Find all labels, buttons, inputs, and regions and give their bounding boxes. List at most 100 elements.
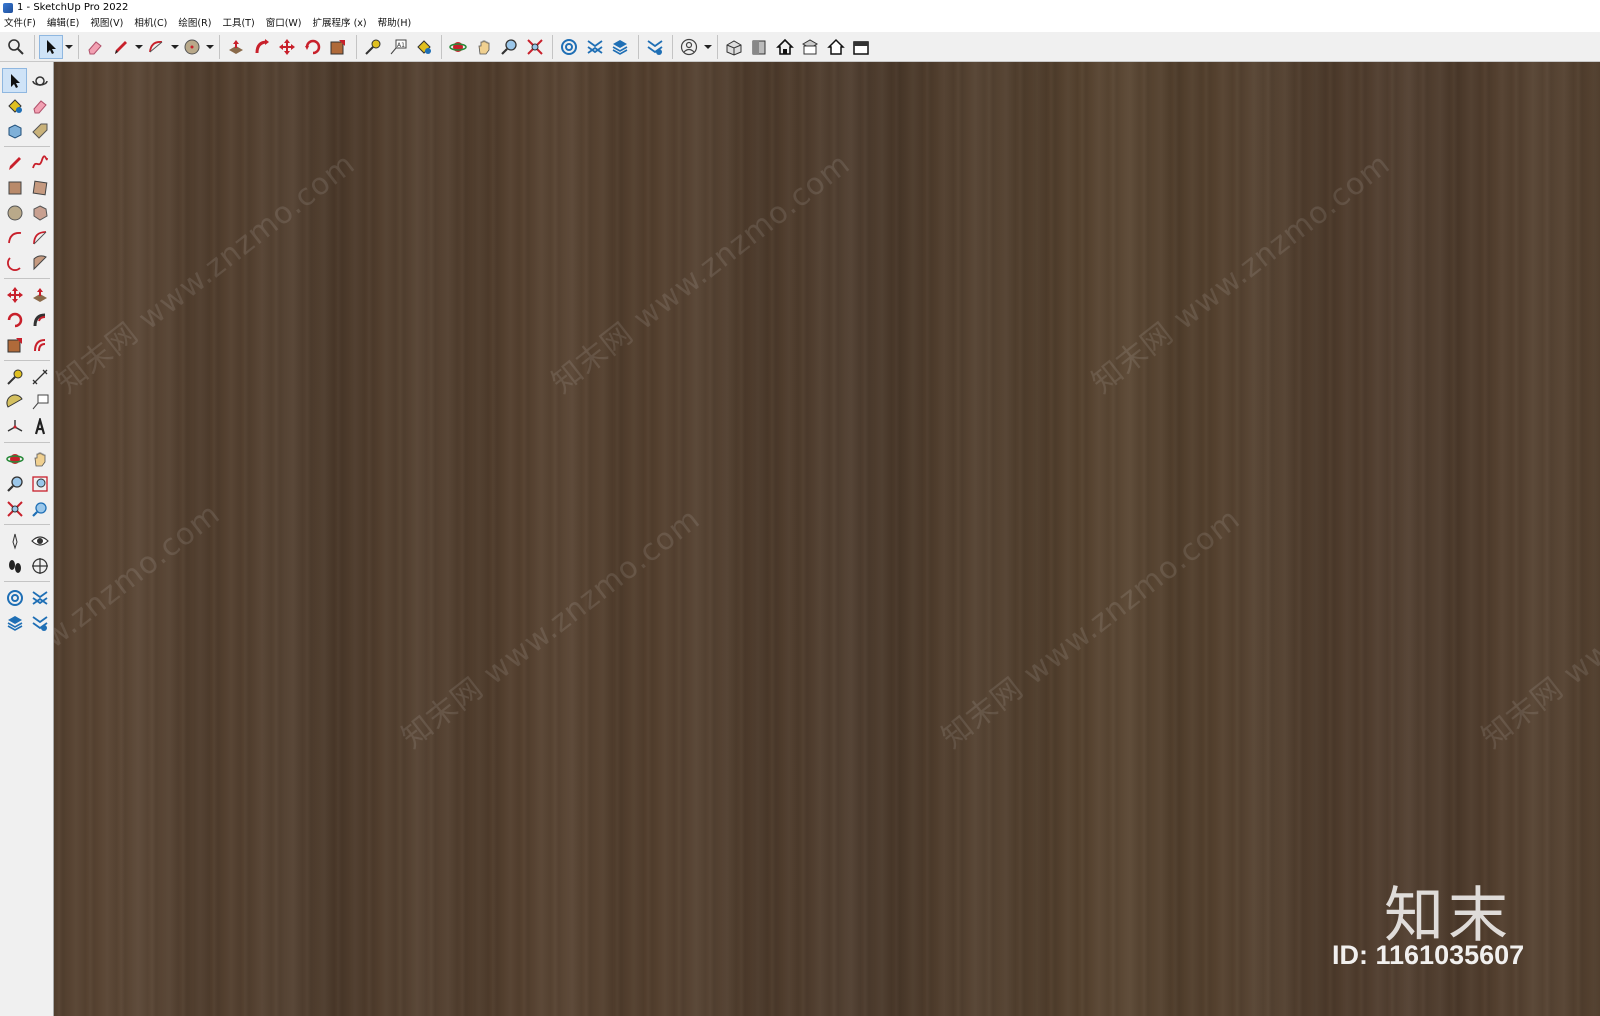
rotate-icon[interactable] — [301, 35, 325, 59]
push-pull-icon[interactable] — [27, 282, 52, 307]
axes-icon[interactable] — [2, 414, 27, 439]
chevron-down-icon[interactable] — [703, 35, 713, 59]
pan-icon[interactable] — [472, 35, 496, 59]
menu-view[interactable]: 视图(V) — [86, 16, 127, 32]
rotated-rectangle-icon[interactable] — [27, 175, 52, 200]
tool-row — [2, 528, 52, 553]
arc-icon[interactable] — [144, 35, 168, 59]
chevron-down-icon[interactable] — [134, 35, 144, 59]
chevron-down-icon[interactable] — [64, 35, 74, 59]
orbit-icon[interactable] — [446, 35, 470, 59]
account-icon[interactable] — [677, 35, 701, 59]
side-view-icon[interactable] — [849, 35, 873, 59]
menu-help[interactable]: 帮助(H) — [374, 16, 416, 32]
tag-icon[interactable] — [27, 118, 52, 143]
tool-row — [2, 364, 52, 389]
polygon-icon[interactable] — [27, 200, 52, 225]
menu-tools[interactable]: 工具(T) — [218, 16, 258, 32]
tool-row — [2, 250, 52, 275]
zoom-extents-icon[interactable] — [523, 35, 547, 59]
dimension-icon[interactable] — [27, 364, 52, 389]
3d-text-icon[interactable] — [27, 414, 52, 439]
tool-row — [2, 585, 52, 610]
move-icon[interactable] — [2, 282, 27, 307]
menu-extensions[interactable]: 扩展程序 (x) — [309, 16, 371, 32]
tool-row — [2, 414, 52, 439]
push-pull-icon[interactable] — [224, 35, 248, 59]
protractor-icon[interactable] — [2, 389, 27, 414]
front-view-icon[interactable] — [747, 35, 771, 59]
walk-icon[interactable] — [2, 553, 27, 578]
component-icon[interactable] — [2, 118, 27, 143]
menu-draw[interactable]: 绘图(R) — [174, 16, 215, 32]
menu-window[interactable]: 窗口(W) — [262, 16, 306, 32]
layers-icon[interactable] — [608, 35, 632, 59]
chevron-down-icon[interactable] — [205, 35, 215, 59]
orbit-alt-icon[interactable] — [2, 446, 27, 471]
eraser-icon[interactable] — [83, 35, 107, 59]
home-view-icon[interactable] — [773, 35, 797, 59]
layers-icon[interactable] — [2, 610, 27, 635]
zoom-extents-icon[interactable] — [2, 496, 27, 521]
section-plane-icon[interactable] — [27, 553, 52, 578]
rotate-icon[interactable] — [2, 307, 27, 332]
extensions-icon[interactable] — [583, 35, 607, 59]
layout-icon[interactable] — [643, 35, 667, 59]
zoom-icon[interactable] — [497, 35, 521, 59]
menu-camera[interactable]: 相机(C) — [130, 16, 171, 32]
look-around-icon[interactable] — [27, 528, 52, 553]
menu-file[interactable]: 文件(F) — [0, 16, 40, 32]
menu-edit[interactable]: 编辑(E) — [43, 16, 83, 32]
zoom-icon[interactable] — [2, 471, 27, 496]
top-view-icon[interactable] — [798, 35, 822, 59]
circle-icon[interactable] — [2, 200, 27, 225]
pan-icon[interactable] — [27, 446, 52, 471]
scale-icon[interactable] — [326, 35, 350, 59]
select-arrow-icon[interactable] — [38, 35, 63, 59]
extensions-icon[interactable] — [27, 585, 52, 610]
orbit-icon[interactable] — [27, 68, 52, 93]
paint-bucket-icon[interactable] — [412, 35, 436, 59]
drawing-viewport[interactable]: 知末网 www.znzmo.com 知末网 www.znzmo.com 知末网 … — [54, 62, 1600, 1016]
move-icon[interactable] — [275, 35, 299, 59]
toolbar-separator — [78, 35, 79, 59]
tool-row — [2, 389, 52, 414]
layout-icon[interactable] — [27, 610, 52, 635]
warehouse-icon[interactable] — [557, 35, 581, 59]
freehand-icon[interactable] — [27, 150, 52, 175]
arc-icon[interactable] — [2, 225, 27, 250]
tool-row — [2, 200, 52, 225]
tool-row — [2, 150, 52, 175]
watermark-text: 知末网 www.znzmo.com — [1475, 501, 1600, 756]
text-label-icon[interactable]: A1 — [386, 35, 410, 59]
tool-grid — [2, 68, 52, 635]
pencil-line-icon[interactable] — [2, 150, 27, 175]
three-point-arc-icon[interactable] — [2, 250, 27, 275]
previous-view-icon[interactable] — [27, 496, 52, 521]
select-arrow-icon[interactable] — [2, 68, 27, 93]
toolbar-separator — [4, 278, 50, 279]
paint-bucket-icon[interactable] — [2, 93, 27, 118]
toolbar-separator — [716, 35, 718, 59]
position-camera-icon[interactable] — [2, 528, 27, 553]
back-view-icon[interactable] — [824, 35, 848, 59]
circle-icon[interactable] — [180, 35, 204, 59]
tape-measure-icon[interactable] — [361, 35, 385, 59]
follow-me-icon[interactable] — [250, 35, 274, 59]
zoom-window-icon[interactable] — [27, 471, 52, 496]
scale-icon[interactable] — [2, 332, 27, 357]
pencil-line-icon[interactable] — [109, 35, 133, 59]
rectangle-icon[interactable] — [2, 175, 27, 200]
text-label-icon[interactable] — [27, 389, 52, 414]
search-icon[interactable] — [4, 35, 28, 59]
eraser-icon[interactable] — [27, 93, 52, 118]
iso-view-icon[interactable] — [722, 35, 746, 59]
pie-icon[interactable] — [27, 250, 52, 275]
follow-me-icon[interactable] — [27, 307, 52, 332]
warehouse-icon[interactable] — [2, 585, 27, 610]
offset-icon[interactable] — [27, 332, 52, 357]
two-point-arc-icon[interactable] — [27, 225, 52, 250]
watermark-text: 知末网 www.znzmo.com — [545, 146, 857, 401]
tape-measure-icon[interactable] — [2, 364, 27, 389]
chevron-down-icon[interactable] — [170, 35, 180, 59]
